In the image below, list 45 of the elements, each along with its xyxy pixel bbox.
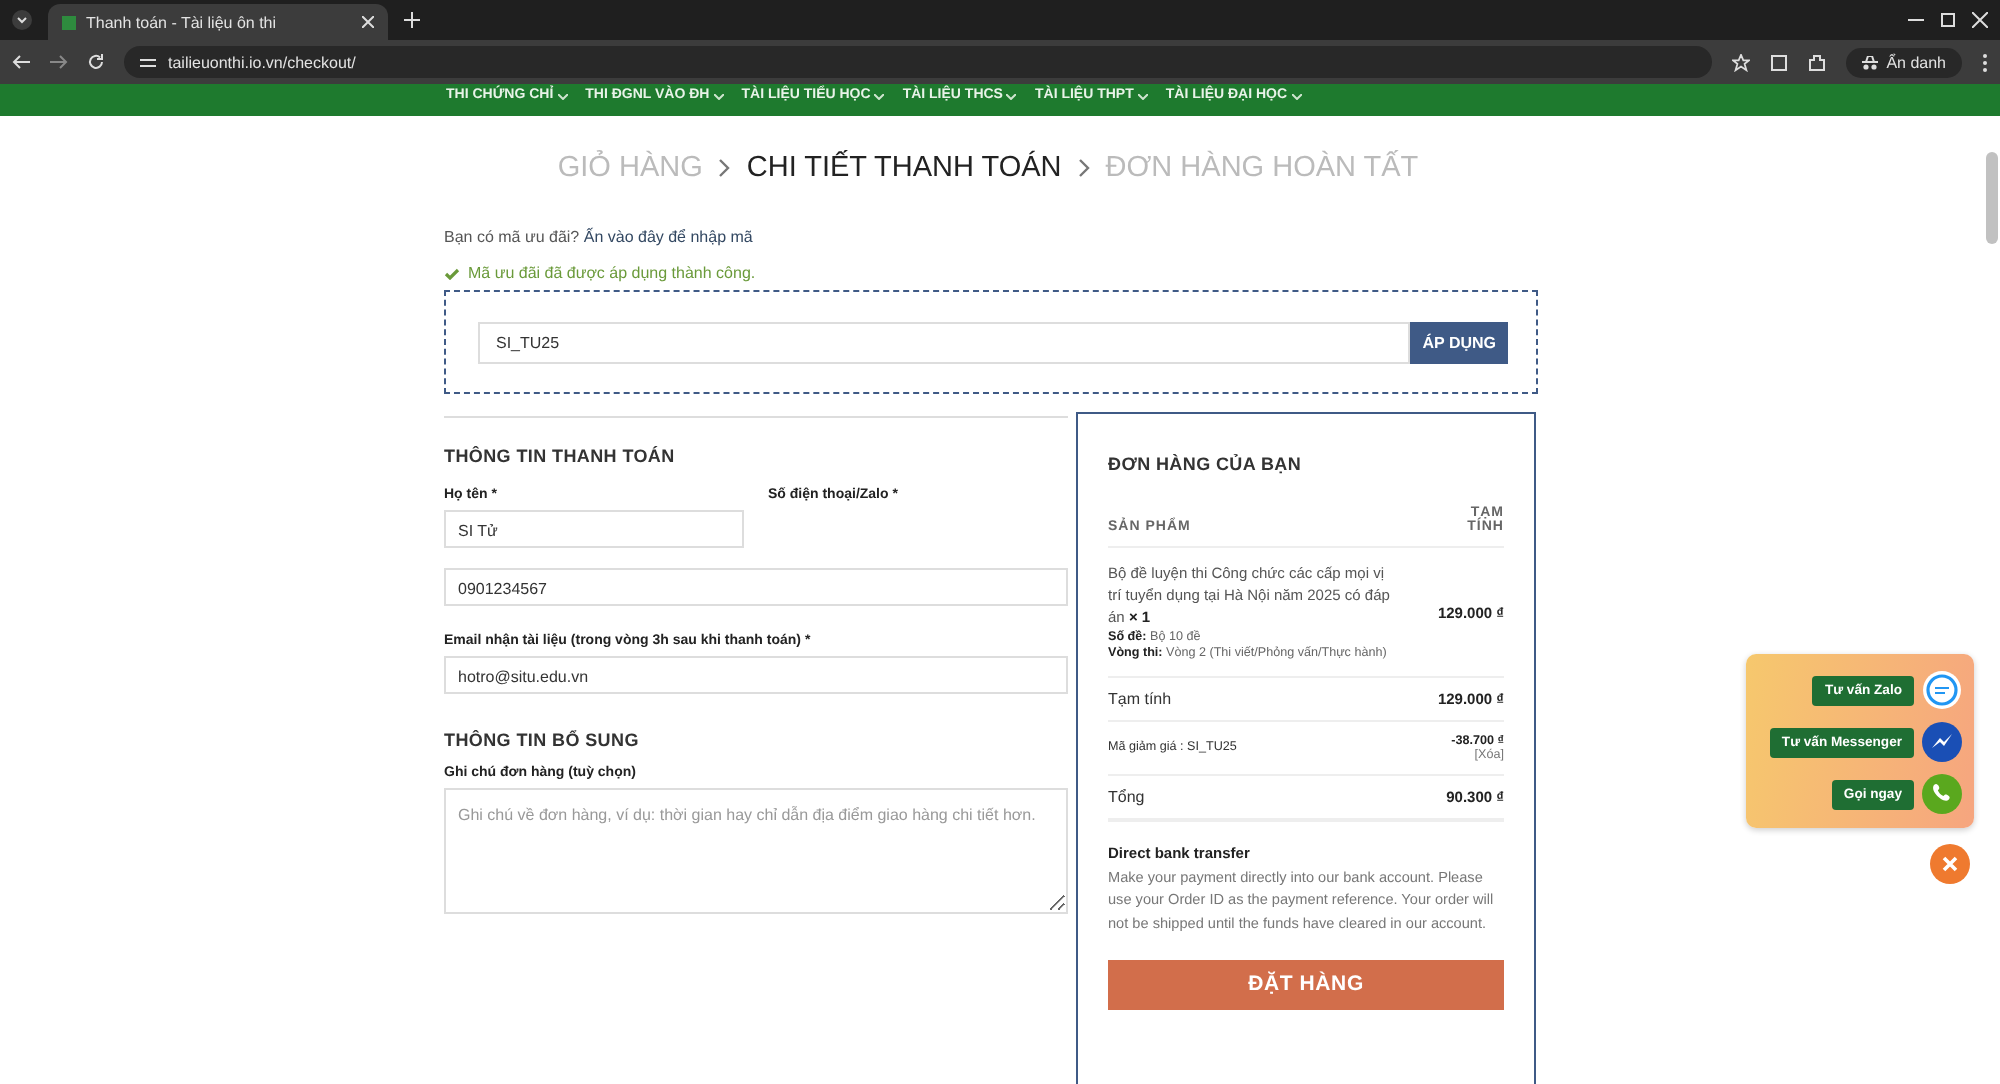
chevron-down-icon — [874, 93, 885, 99]
close-icon[interactable] — [1972, 12, 1988, 28]
breadcrumb-step[interactable]: CHI TIẾT THANH TOÁN — [746, 152, 1062, 184]
order-notes-field[interactable]: Ghi chú về đơn hàng, ví dụ: thời gian hay chỉ dẫn địa điểm giao hàng chi tiết hơn. — [444, 788, 1068, 914]
coupon-code-field[interactable]: SI_TU25 — [478, 322, 1411, 364]
phone-field[interactable]: 0901234567 — [444, 568, 1068, 606]
section-heading: THÔNG TIN THANH TOÁN — [444, 446, 677, 466]
coupon-prompt: Bạn có mã ưu đãi? — [444, 228, 580, 246]
site-favicon-icon — [62, 15, 76, 29]
incognito-button[interactable]: Ẩn danh — [1846, 47, 1962, 77]
tab-list-icon[interactable] — [12, 10, 32, 30]
scrollbar-thumb[interactable] — [1986, 152, 1998, 244]
new-tab-icon[interactable] — [404, 12, 420, 28]
messenger-icon[interactable] — [1922, 722, 1962, 762]
total-label: Tổng — [1108, 787, 1145, 806]
check-icon — [444, 267, 460, 279]
panel-heading: ĐƠN HÀNG CỦA BẠN — [1108, 454, 1304, 474]
chevron-down-icon — [1006, 93, 1017, 99]
apply-coupon-button[interactable]: ÁP DỤNG — [1410, 322, 1508, 364]
star-icon[interactable] — [1732, 53, 1751, 71]
chevron-down-icon — [713, 93, 724, 99]
success-message: Mã ưu đãi đã được áp dụng thành công. — [468, 264, 756, 282]
restore-icon[interactable] — [1940, 12, 1956, 28]
email-field[interactable]: hotro@situ.edu.vn — [444, 656, 1068, 694]
close-icon[interactable] — [362, 16, 374, 28]
name-field[interactable]: SI Tử — [444, 510, 744, 548]
phone-icon[interactable] — [1922, 774, 1962, 814]
chevron-right-icon — [718, 158, 731, 178]
chevron-right-icon — [1077, 158, 1090, 178]
site-info-icon — [140, 55, 156, 69]
chevron-down-icon — [1137, 93, 1148, 99]
forward-icon[interactable] — [50, 54, 68, 70]
incognito-icon — [1862, 55, 1879, 69]
reload-icon[interactable] — [88, 54, 104, 70]
subtotal-label: Tạm tính — [1108, 689, 1172, 708]
back-icon[interactable] — [12, 54, 30, 70]
browser-tab[interactable]: Thanh toán - Tài liệu ôn thi — [48, 4, 388, 40]
chat-bubble-icon[interactable] — [1922, 670, 1962, 710]
chevron-down-icon — [1291, 93, 1302, 99]
address-bar[interactable]: tailieuonthi.io.vn/checkout/ — [124, 46, 1713, 78]
menu-icon[interactable] — [1982, 53, 1988, 71]
section-heading: THÔNG TIN BỔ SUNG — [444, 730, 641, 750]
coupon-link[interactable]: Ấn vào đây để nhập mã — [583, 228, 753, 246]
place-order-button[interactable]: ĐẶT HÀNG — [1108, 959, 1504, 1010]
chevron-down-icon — [557, 93, 568, 99]
